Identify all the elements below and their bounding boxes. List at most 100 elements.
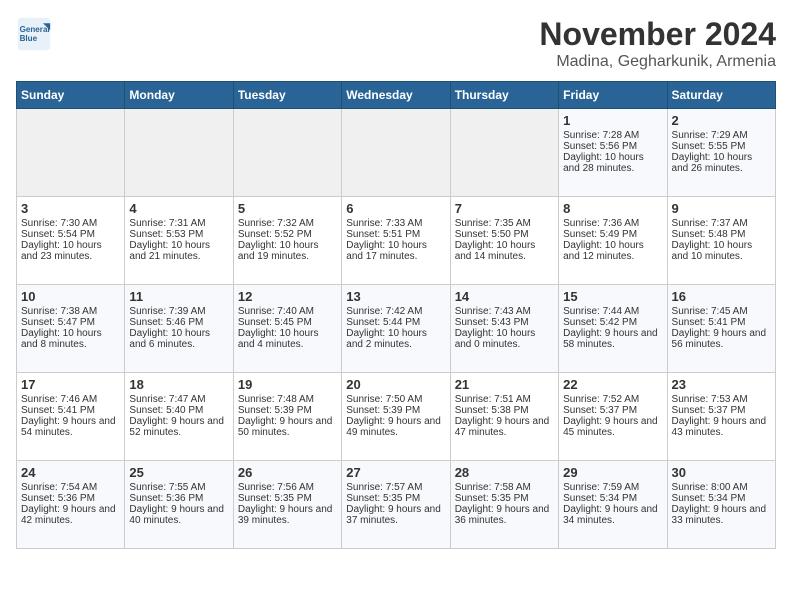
calendar-cell: 18Sunrise: 7:47 AMSunset: 5:40 PMDayligh… (125, 373, 233, 461)
day-number: 15 (563, 289, 662, 304)
weekday-header-monday: Monday (125, 82, 233, 109)
calendar-cell: 22Sunrise: 7:52 AMSunset: 5:37 PMDayligh… (559, 373, 667, 461)
calendar-table: SundayMondayTuesdayWednesdayThursdayFrid… (16, 81, 776, 549)
sunset-text: Sunset: 5:47 PM (21, 317, 120, 328)
daylight-label: Daylight: 9 hours and 43 minutes. (672, 416, 771, 438)
sunset-text: Sunset: 5:34 PM (563, 493, 662, 504)
daylight-label: Daylight: 9 hours and 54 minutes. (21, 416, 120, 438)
page-header: General Blue November 2024 Madina, Gegha… (16, 16, 776, 71)
sunset-text: Sunset: 5:34 PM (672, 493, 771, 504)
calendar-cell (233, 109, 341, 197)
sunset-text: Sunset: 5:45 PM (238, 317, 337, 328)
day-number: 30 (672, 465, 771, 480)
daylight-label: Daylight: 10 hours and 26 minutes. (672, 152, 771, 174)
calendar-cell: 24 Sunrise: 7:54 AMSunset: 5:36 PMDayligh… (17, 461, 125, 549)
sunrise-text: Sunrise: 7:55 AM (129, 482, 228, 493)
daylight-label: Daylight: 10 hours and 2 minutes. (346, 328, 445, 350)
day-number: 22 (563, 377, 662, 392)
daylight-label: Daylight: 10 hours and 19 minutes. (238, 240, 337, 262)
calendar-cell (17, 109, 125, 197)
daylight-label: Daylight: 9 hours and 58 minutes. (563, 328, 662, 350)
sunset-text: Sunset: 5:38 PM (455, 405, 554, 416)
sunset-text: Sunset: 5:37 PM (563, 405, 662, 416)
calendar-cell: 7Sunrise: 7:35 AMSunset: 5:50 PMDaylight… (450, 197, 558, 285)
sunset-text: Sunset: 5:48 PM (672, 229, 771, 240)
day-number: 13 (346, 289, 445, 304)
day-number: 5 (238, 201, 337, 216)
sunset-text: Sunset: 5:43 PM (455, 317, 554, 328)
sunrise-text: Sunrise: 7:47 AM (129, 394, 228, 405)
sunrise-text: Sunrise: 7:33 AM (346, 218, 445, 229)
day-number: 23 (672, 377, 771, 392)
daylight-label: Daylight: 9 hours and 47 minutes. (455, 416, 554, 438)
day-number: 8 (563, 201, 662, 216)
calendar-cell: 11Sunrise: 7:39 AMSunset: 5:46 PMDayligh… (125, 285, 233, 373)
calendar-cell: 25Sunrise: 7:55 AMSunset: 5:36 PMDayligh… (125, 461, 233, 549)
day-number: 6 (346, 201, 445, 216)
title-block: November 2024 Madina, Gegharkunik, Armen… (539, 16, 776, 71)
sunrise-text: Sunrise: 7:56 AM (238, 482, 337, 493)
day-number: 17 (21, 377, 120, 392)
day-number: 26 (238, 465, 337, 480)
sunrise-text: Sunrise: 7:54 AM (21, 482, 120, 493)
calendar-cell: 15Sunrise: 7:44 AMSunset: 5:42 PMDayligh… (559, 285, 667, 373)
calendar-cell: 5 Sunrise: 7:32 AMSunset: 5:52 PMDaylight… (233, 197, 341, 285)
daylight-label: Daylight: 10 hours and 17 minutes. (346, 240, 445, 262)
daylight-label: Daylight: 9 hours and 52 minutes. (129, 416, 228, 438)
sunrise-text: Sunrise: 7:42 AM (346, 306, 445, 317)
daylight-label: Daylight: 9 hours and 33 minutes. (672, 504, 771, 526)
day-number: 4 (129, 201, 228, 216)
sunrise-text: Sunrise: 7:37 AM (672, 218, 771, 229)
calendar-cell: 23Sunrise: 7:53 AMSunset: 5:37 PMDayligh… (667, 373, 775, 461)
calendar-cell: 21 Sunrise: 7:51 AMSunset: 5:38 PMDayligh… (450, 373, 558, 461)
sunrise-text: Sunrise: 7:46 AM (21, 394, 120, 405)
daylight-label: Daylight: 9 hours and 39 minutes. (238, 504, 337, 526)
sunset-text: Sunset: 5:56 PM (563, 141, 662, 152)
sunrise-text: Sunrise: 7:59 AM (563, 482, 662, 493)
calendar-cell (342, 109, 450, 197)
day-number: 12 (238, 289, 337, 304)
daylight-label: Daylight: 9 hours and 45 minutes. (563, 416, 662, 438)
daylight-label: Daylight: 9 hours and 40 minutes. (129, 504, 228, 526)
sunset-text: Sunset: 5:49 PM (563, 229, 662, 240)
daylight-label: Daylight: 9 hours and 37 minutes. (346, 504, 445, 526)
day-number: 21 (455, 377, 554, 392)
calendar-cell: 6 Sunrise: 7:33 AMSunset: 5:51 PMDaylight… (342, 197, 450, 285)
day-number: 16 (672, 289, 771, 304)
sunrise-text: Sunrise: 7:32 AM (238, 218, 337, 229)
day-number: 25 (129, 465, 228, 480)
sunset-text: Sunset: 5:51 PM (346, 229, 445, 240)
daylight-label: Daylight: 9 hours and 36 minutes. (455, 504, 554, 526)
calendar-cell: 16Sunrise: 7:45 AMSunset: 5:41 PMDayligh… (667, 285, 775, 373)
sunrise-text: Sunrise: 7:53 AM (672, 394, 771, 405)
sunrise-text: Sunrise: 7:57 AM (346, 482, 445, 493)
sunset-text: Sunset: 5:50 PM (455, 229, 554, 240)
daylight-label: Daylight: 10 hours and 14 minutes. (455, 240, 554, 262)
daylight-label: Daylight: 9 hours and 49 minutes. (346, 416, 445, 438)
daylight-label: Daylight: 9 hours and 50 minutes. (238, 416, 337, 438)
sunrise-text: Sunrise: 7:38 AM (21, 306, 120, 317)
sunset-text: Sunset: 5:41 PM (21, 405, 120, 416)
location: Madina, Gegharkunik, Armenia (539, 53, 776, 71)
daylight-label: Daylight: 9 hours and 42 minutes. (21, 504, 120, 526)
daylight-label: Daylight: 10 hours and 8 minutes. (21, 328, 120, 350)
sunrise-text: Sunrise: 8:00 AM (672, 482, 771, 493)
sunrise-text: Sunrise: 7:43 AM (455, 306, 554, 317)
sunrise-text: Sunrise: 7:45 AM (672, 306, 771, 317)
sunset-text: Sunset: 5:53 PM (129, 229, 228, 240)
sunset-text: Sunset: 5:41 PM (672, 317, 771, 328)
sunrise-text: Sunrise: 7:35 AM (455, 218, 554, 229)
sunrise-text: Sunrise: 7:51 AM (455, 394, 554, 405)
sunrise-text: Sunrise: 7:29 AM (672, 130, 771, 141)
calendar-cell: 17 Sunrise: 7:46 AMSunset: 5:41 PMDayligh… (17, 373, 125, 461)
calendar-cell: 4Sunrise: 7:31 AMSunset: 5:53 PMDaylight… (125, 197, 233, 285)
calendar-cell (125, 109, 233, 197)
sunset-text: Sunset: 5:36 PM (21, 493, 120, 504)
sunset-text: Sunset: 5:52 PM (238, 229, 337, 240)
day-number: 24 (21, 465, 120, 480)
daylight-label: Daylight: 10 hours and 0 minutes. (455, 328, 554, 350)
day-number: 1 (563, 113, 662, 128)
calendar-cell: 10Sunrise: 7:38 AMSunset: 5:47 PMDayligh… (17, 285, 125, 373)
calendar-cell: 26Sunrise: 7:56 AMSunset: 5:35 PMDayligh… (233, 461, 341, 549)
sunrise-text: Sunrise: 7:28 AM (563, 130, 662, 141)
